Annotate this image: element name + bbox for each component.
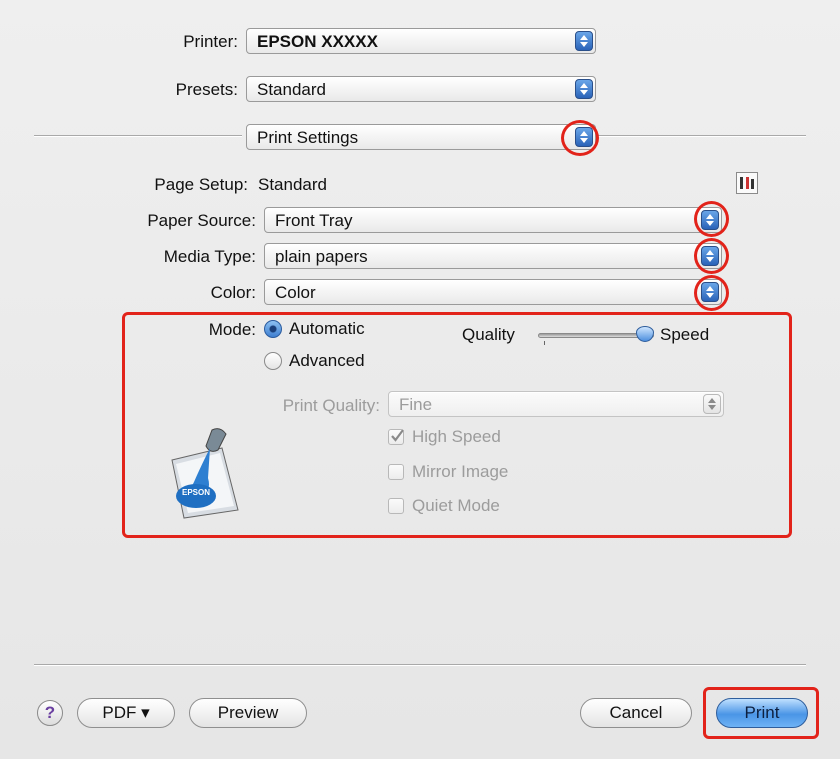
pdf-button[interactable]: PDF ▾ (77, 698, 175, 728)
advanced-label[interactable]: Advanced (289, 351, 365, 371)
paper-source-highlight-circle (694, 201, 729, 237)
color-value: Color (275, 283, 316, 302)
presets-label: Presets: (175, 80, 238, 99)
media-type-value: plain papers (275, 247, 368, 266)
wrench-icon (740, 177, 754, 189)
page-setup-label: Page Setup: (154, 175, 248, 194)
pane-separator-right (596, 135, 806, 137)
print-quality-value: Fine (399, 395, 433, 414)
color-highlight-circle (694, 275, 729, 311)
printer-popup[interactable]: EPSON XXXXX (246, 28, 596, 54)
help-icon: ? (44, 703, 56, 722)
preview-button[interactable]: Preview (189, 698, 307, 728)
speed-label: Speed (660, 325, 710, 344)
bottom-separator (34, 664, 806, 666)
help-button[interactable]: ? (37, 700, 63, 726)
epson-ink-logo: EPSON (160, 420, 250, 520)
presets-value: Standard (257, 80, 326, 99)
presets-stepper-icon[interactable] (575, 79, 593, 99)
high-speed-checkbox (388, 429, 404, 445)
quiet-mode-checkbox (388, 498, 404, 514)
quality-label: Quality (462, 325, 515, 344)
pane-separator-left (34, 135, 242, 137)
pane-value: Print Settings (257, 128, 359, 147)
paper-source-label: Paper Source: (147, 211, 256, 230)
print-dialog: Printer: EPSON XXXXX Presets: Standard P… (0, 0, 840, 759)
print-quality-popup: Fine (388, 391, 724, 417)
printer-label: Printer: (183, 32, 238, 51)
mode-label: Mode: (208, 320, 256, 339)
quiet-mode-label: Quiet Mode (412, 496, 500, 515)
pane-popup[interactable]: Print Settings (246, 124, 596, 150)
automatic-radio[interactable] (264, 320, 282, 338)
cancel-button[interactable]: Cancel (580, 698, 692, 728)
slider-tick (544, 341, 545, 345)
epson-logo-icon (171, 428, 239, 519)
page-setup-value: Standard (258, 175, 327, 194)
automatic-label[interactable]: Automatic (289, 319, 365, 339)
presets-popup[interactable]: Standard (246, 76, 596, 102)
color-popup[interactable]: Color (264, 279, 722, 305)
advanced-radio[interactable] (264, 352, 282, 370)
pane-highlight-circle (561, 120, 599, 156)
print-quality-label: Print Quality: (282, 396, 380, 415)
epson-logo-text: EPSON (181, 488, 210, 497)
high-speed-label: High Speed (412, 427, 501, 446)
color-label: Color: (210, 283, 256, 302)
media-type-label: Media Type: (163, 247, 256, 266)
printer-stepper-icon[interactable] (575, 31, 593, 51)
paper-source-value: Front Tray (275, 211, 353, 230)
media-type-highlight-circle (694, 238, 729, 274)
mirror-image-label: Mirror Image (412, 462, 509, 481)
checkmark-icon (391, 429, 404, 442)
paper-source-popup[interactable]: Front Tray (264, 207, 722, 233)
printer-utility-icon[interactable] (736, 172, 758, 194)
print-button-highlight (703, 687, 819, 739)
mirror-image-checkbox (388, 464, 404, 480)
quality-speed-slider[interactable] (538, 326, 658, 346)
media-type-popup[interactable]: plain papers (264, 243, 722, 269)
printer-value: EPSON XXXXX (257, 32, 378, 51)
slider-knob[interactable] (636, 326, 654, 342)
print-quality-stepper-icon (703, 394, 721, 414)
